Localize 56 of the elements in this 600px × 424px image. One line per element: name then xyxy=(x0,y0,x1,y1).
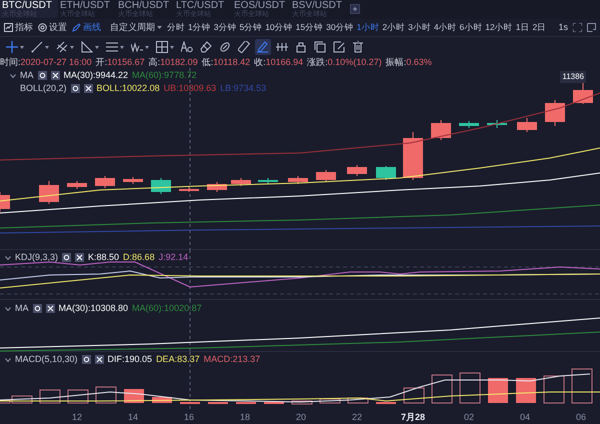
period-tab[interactable]: 4小时 xyxy=(434,21,457,34)
indicator-value: DEA:83.37 xyxy=(156,355,200,364)
indicator-value: UB:10309.63 xyxy=(164,84,216,93)
speed-label: 1s xyxy=(558,20,568,34)
axis-label: 22 xyxy=(352,411,362,424)
period-tab[interactable]: 2小时 xyxy=(382,21,406,34)
period-tab[interactable]: 6小时 xyxy=(460,21,482,34)
indicator-name: MA xyxy=(15,304,28,313)
period-tab[interactable]: 2日 xyxy=(532,21,546,34)
period-tab[interactable]: 分时 xyxy=(167,21,185,34)
axis-label: 12 xyxy=(72,411,82,424)
period-dropdown[interactable]: 自定义周期 xyxy=(110,20,162,34)
indicator-value: DIF:190.05 xyxy=(108,355,152,364)
toolbar-button[interactable]: 画线 xyxy=(72,20,101,34)
indicator-value: K:88.50 xyxy=(88,253,120,262)
axis-label: 16 xyxy=(184,411,194,424)
ohlc-field: 高:10182.09 xyxy=(148,58,198,67)
period-tab[interactable]: 1小时 xyxy=(356,21,380,34)
ohlc-field: 低:10118.42 xyxy=(202,58,250,67)
axis-label: 04 xyxy=(520,411,530,424)
axis-label: 20 xyxy=(296,411,306,424)
indicator-value: MA(30):9944.22 xyxy=(64,71,128,80)
period-tab[interactable]: 15分钟 xyxy=(296,21,324,34)
indicator-name: KDJ(9,3,3) xyxy=(15,253,58,262)
toolbar-button[interactable]: 设置 xyxy=(38,20,67,34)
period-tab[interactable]: 3分钟 xyxy=(214,21,236,34)
price-label: 11386 xyxy=(560,71,586,83)
period-tab[interactable]: 3小时 xyxy=(408,21,431,34)
axis-label: 06 xyxy=(576,411,586,424)
indicator-value: MA(60):9778.72 xyxy=(132,71,197,80)
period-tab[interactable]: 30分钟 xyxy=(326,21,354,34)
indicator-value: LB:9734.53 xyxy=(220,84,266,93)
indicator-value: J:92.14 xyxy=(158,253,188,262)
period-tab[interactable]: 5分钟 xyxy=(239,21,262,34)
indicator-name: BOLL(20,2) xyxy=(20,84,67,93)
period-tab[interactable]: 12小时 xyxy=(485,21,513,34)
period-tab[interactable]: 1分钟 xyxy=(188,21,211,34)
ohlc-field: 收:10166.94 xyxy=(254,58,304,67)
indicator-value: MACD:213.37 xyxy=(204,355,260,364)
indicator-name: MA xyxy=(20,71,34,80)
indicator-value: MA(30):10308.80 xyxy=(58,304,128,313)
indicator-value: MA(60):10020.87 xyxy=(132,304,202,313)
ohlc-field: 开:10156.67 xyxy=(96,58,145,67)
axis-label: 7月28 xyxy=(400,411,426,424)
period-tab[interactable]: 10分钟 xyxy=(265,21,293,34)
axis-label: 18 xyxy=(240,411,250,424)
axis-label: 14 xyxy=(128,411,138,424)
indicator-name: MACD(5,10,30) xyxy=(15,355,78,364)
axis-label: 02 xyxy=(464,411,474,424)
indicator-value: D:86.68 xyxy=(123,253,155,262)
period-tab[interactable]: 1日 xyxy=(516,21,530,34)
ohlc-field: 振幅:0.63% xyxy=(386,58,432,67)
ohlc-field: 时间:2020-07-27 16:00 xyxy=(0,58,92,67)
indicator-value: BOLL:10022.08 xyxy=(96,84,160,93)
ohlc-field: 涨跌:0.10%(10.27) xyxy=(307,58,382,67)
toolbar-button[interactable]: 指标 xyxy=(4,20,33,34)
